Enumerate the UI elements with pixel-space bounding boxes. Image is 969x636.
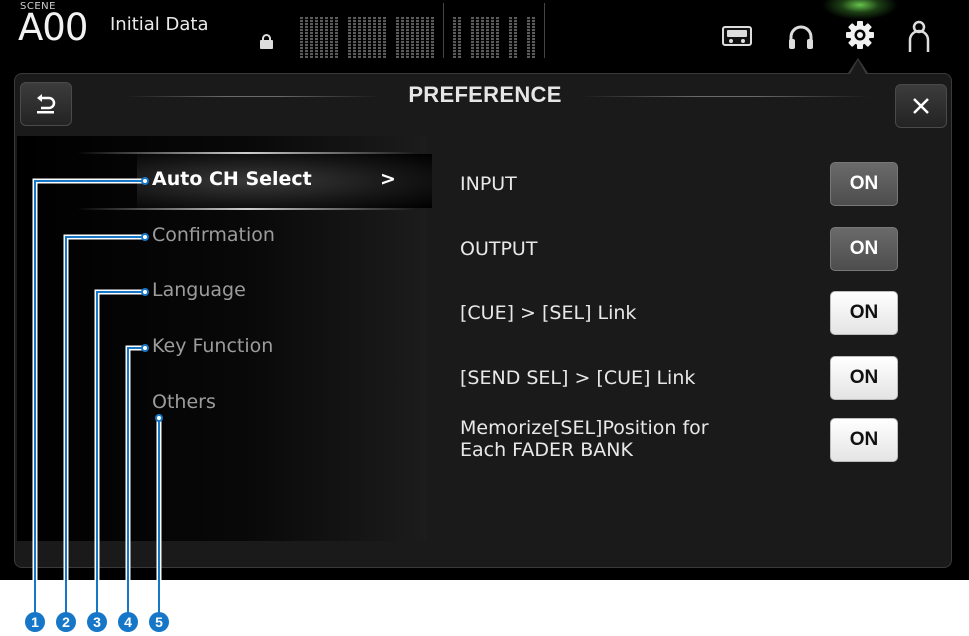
app-screen: SCENE A00 Initial Data PREFERENCE Auto C… — [0, 0, 969, 580]
preference-panel: PREFERENCE Auto CH Select > Confirmation… — [14, 73, 952, 568]
send-sel-cue-link-toggle-button[interactable]: ON — [830, 356, 898, 400]
setting-label-input: INPUT — [460, 173, 517, 195]
menu-arrow: > — [380, 168, 396, 190]
cue-sel-link-toggle-button[interactable]: ON — [830, 291, 898, 335]
menu-item-others[interactable]: Others — [152, 391, 216, 413]
preference-menu: Auto CH Select > Confirmation Language K… — [17, 136, 432, 541]
close-icon — [913, 98, 929, 114]
back-arrow-icon — [37, 94, 56, 114]
menu-item-language[interactable]: Language — [152, 279, 246, 301]
lock-icon[interactable] — [260, 34, 273, 49]
active-indicator-glow — [822, 0, 898, 20]
back-button[interactable] — [20, 82, 72, 126]
recorder-icon[interactable] — [722, 26, 752, 46]
output-toggle-button[interactable]: ON — [830, 227, 898, 271]
menu-item-label: Auto CH Select — [152, 168, 312, 190]
setting-label-memorize-sel: Memorize[SEL]Position for Each FADER BAN… — [460, 417, 709, 461]
close-button[interactable] — [895, 84, 947, 128]
gear-icon[interactable] — [843, 18, 877, 52]
callout-number-5: 5 — [149, 612, 169, 632]
headphones-icon[interactable] — [786, 22, 816, 52]
user-icon[interactable] — [906, 20, 932, 54]
setting-label-output: OUTPUT — [460, 238, 538, 260]
setting-label-send-sel-cue-link: [SEND SEL] > [CUE] Link — [460, 367, 696, 389]
memorize-sel-toggle-button[interactable]: ON — [830, 418, 898, 462]
title-rule-left — [125, 96, 380, 97]
setting-label-line1: Memorize[SEL]Position for — [460, 417, 709, 439]
callout-number-1: 1 — [25, 612, 45, 632]
title-rule-right — [580, 96, 870, 97]
setting-label-cue-sel-link: [CUE] > [SEL] Link — [460, 302, 637, 324]
callout-number-4: 4 — [118, 612, 138, 632]
level-meters — [300, 3, 549, 58]
panel-title: PREFERENCE — [408, 82, 562, 107]
menu-item-confirmation[interactable]: Confirmation — [152, 224, 275, 246]
scene-number[interactable]: A00 — [18, 8, 88, 48]
scene-title[interactable]: Initial Data — [110, 14, 209, 35]
callout-number-3: 3 — [87, 612, 107, 632]
menu-item-auto-ch-select[interactable]: Auto CH Select > — [77, 152, 432, 210]
callout-number-2: 2 — [56, 612, 76, 632]
panel-pointer-inner — [850, 60, 866, 74]
input-toggle-button[interactable]: ON — [830, 162, 898, 206]
setting-label-line2: Each FADER BANK — [460, 439, 633, 461]
menu-item-key-function[interactable]: Key Function — [152, 335, 273, 357]
